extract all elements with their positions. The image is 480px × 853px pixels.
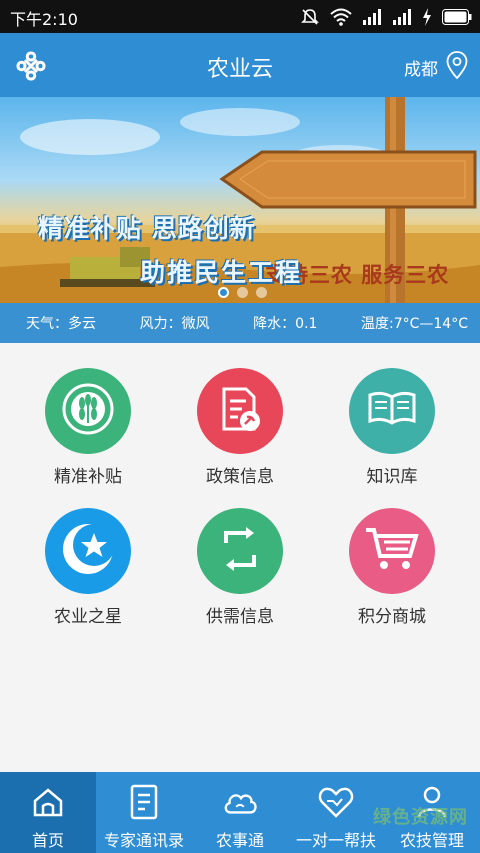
grid-item-star[interactable]: 农业之星 <box>8 483 168 627</box>
city-selector[interactable]: 成都 <box>404 51 468 84</box>
carousel-indicators <box>218 287 267 298</box>
nav-expert-contacts[interactable]: 专家通讯录 <box>96 772 192 853</box>
weather-temperature: 温度:7°C—14°C <box>361 316 468 332</box>
shopping-cart-icon <box>364 524 420 578</box>
grid-item-knowledge[interactable]: 知识库 <box>312 343 472 487</box>
grid-item-policy[interactable]: 政策信息 <box>160 343 320 487</box>
nav-label: 首页 <box>31 831 64 850</box>
status-icons <box>300 6 472 28</box>
weather-condition: 天气：多云 <box>26 316 96 332</box>
weather-wind: 风力：微风 <box>139 316 210 332</box>
signal-icon <box>392 9 412 25</box>
contacts-book-icon <box>126 784 162 820</box>
battery-icon <box>442 9 472 25</box>
nav-one-on-one-help[interactable]: 一对一帮扶 <box>288 772 384 853</box>
grid-icon-bg <box>45 508 131 594</box>
grid-icon-bg <box>45 368 131 454</box>
grid-label: 农业之星 <box>54 607 122 627</box>
watermark: 绿色资源网 <box>373 807 468 828</box>
cloud-icon <box>222 784 258 820</box>
nav-farm-affairs[interactable]: 农事通 <box>192 772 288 853</box>
exchange-icon <box>214 523 266 579</box>
nav-label: 农技管理 <box>399 831 464 850</box>
status-bar: 下午2:10 <box>0 0 480 33</box>
weather-rain: 降水：0.1 <box>253 316 318 332</box>
grid-label: 积分商城 <box>358 607 426 627</box>
banner-headline: 精准补贴 思路创新 <box>38 214 256 243</box>
mute-icon <box>300 7 320 27</box>
book-icon <box>366 389 418 433</box>
grid-icon-bg <box>349 368 435 454</box>
policy-document-icon <box>214 383 266 439</box>
promo-banner[interactable]: 支持三农 服务三农 精准补贴 思路创新 助推民生工程 <box>0 97 480 303</box>
nav-home[interactable]: 首页 <box>0 772 96 853</box>
grid-item-subsidy[interactable]: 精准补贴 <box>8 343 168 487</box>
charging-icon <box>422 8 432 26</box>
home-icon <box>30 784 66 820</box>
location-pin-icon <box>446 51 468 84</box>
app-header: 农业云 成都 <box>0 33 480 97</box>
grid-item-supply-demand[interactable]: 供需信息 <box>160 483 320 627</box>
weather-bar: 天气：多云 风力：微风 降水：0.1 温度:7°C—14°C <box>0 303 480 343</box>
nav-label: 农事通 <box>215 831 264 850</box>
signal-icon <box>362 9 382 25</box>
wifi-icon <box>330 8 352 26</box>
grid-label: 供需信息 <box>206 607 274 627</box>
grid-icon-bg <box>197 508 283 594</box>
nav-label: 专家通讯录 <box>103 831 184 850</box>
status-time: 下午2:10 <box>10 10 78 29</box>
nav-label: 一对一帮扶 <box>295 831 376 850</box>
grid-icon-bg <box>197 368 283 454</box>
feature-grid: 精准补贴 政策信息 知识库 农业之星 供需信息 积分商城 <box>0 343 480 772</box>
heart-hands-icon <box>318 784 354 820</box>
carousel-dot[interactable] <box>256 287 267 298</box>
carousel-dot[interactable] <box>237 287 248 298</box>
wheat-icon <box>60 381 116 441</box>
star-icon <box>58 519 118 583</box>
city-name: 成都 <box>404 60 438 80</box>
grid-item-points-mall[interactable]: 积分商城 <box>312 483 472 627</box>
banner-subheadline: 助推民生工程 <box>140 258 303 287</box>
china-unicom-logo-icon <box>14 49 48 83</box>
grid-icon-bg <box>349 508 435 594</box>
carousel-dot[interactable] <box>218 287 229 298</box>
